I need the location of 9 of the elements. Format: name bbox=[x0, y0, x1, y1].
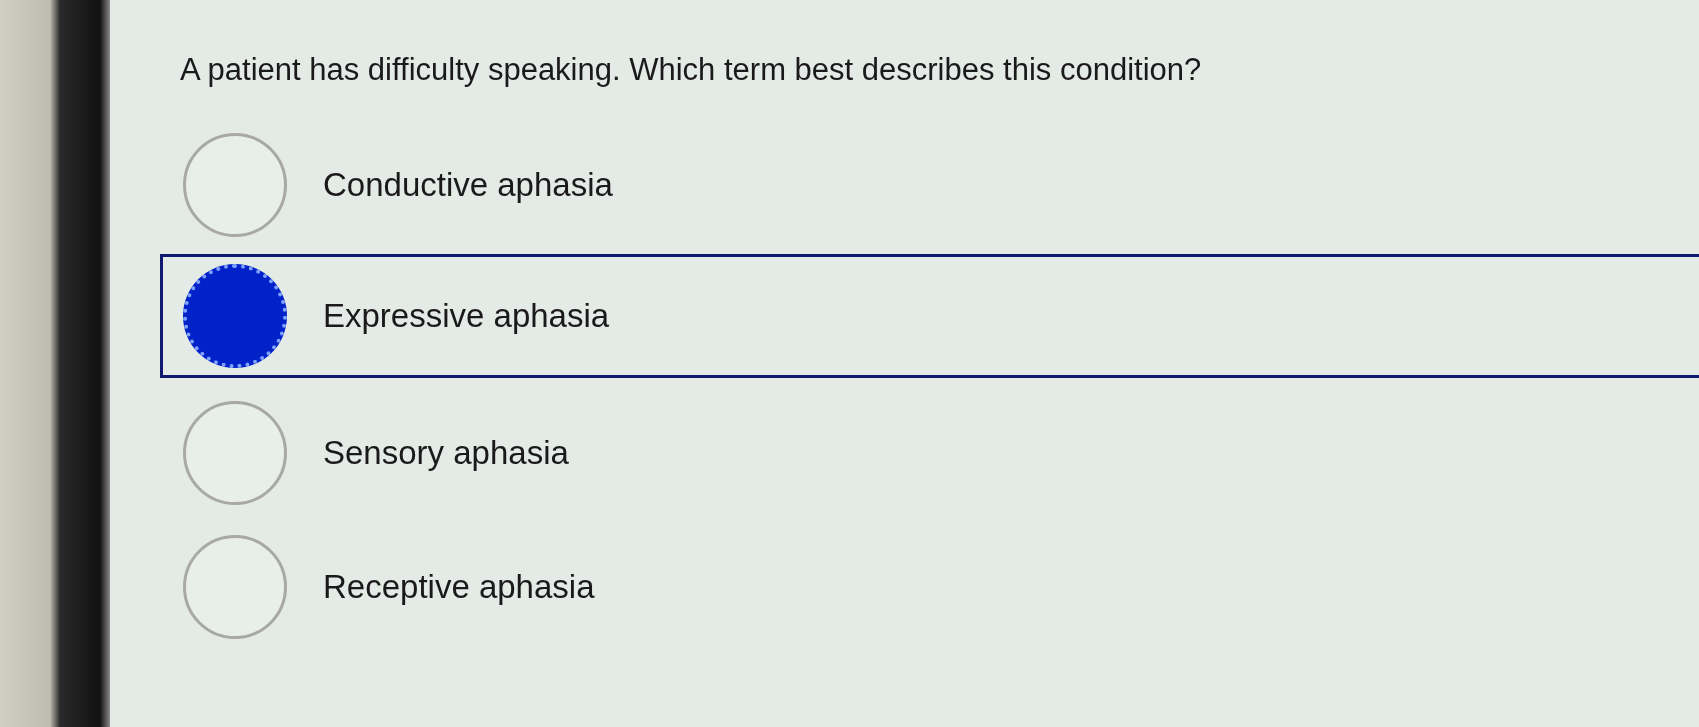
option-row[interactable]: Conductive aphasia bbox=[180, 118, 1699, 252]
option-row[interactable]: Sensory aphasia bbox=[180, 386, 1699, 520]
option-row[interactable]: Receptive aphasia bbox=[180, 520, 1699, 654]
option-label: Expressive aphasia bbox=[323, 297, 610, 335]
option-label: Receptive aphasia bbox=[323, 568, 595, 606]
selected-option-row[interactable]: Expressive aphasia bbox=[160, 254, 1699, 378]
option-label: Sensory aphasia bbox=[323, 434, 569, 472]
question-text: A patient has difficulty speaking. Which term best describes this condition? bbox=[180, 52, 1203, 88]
option-label: Conductive aphasia bbox=[323, 166, 613, 204]
